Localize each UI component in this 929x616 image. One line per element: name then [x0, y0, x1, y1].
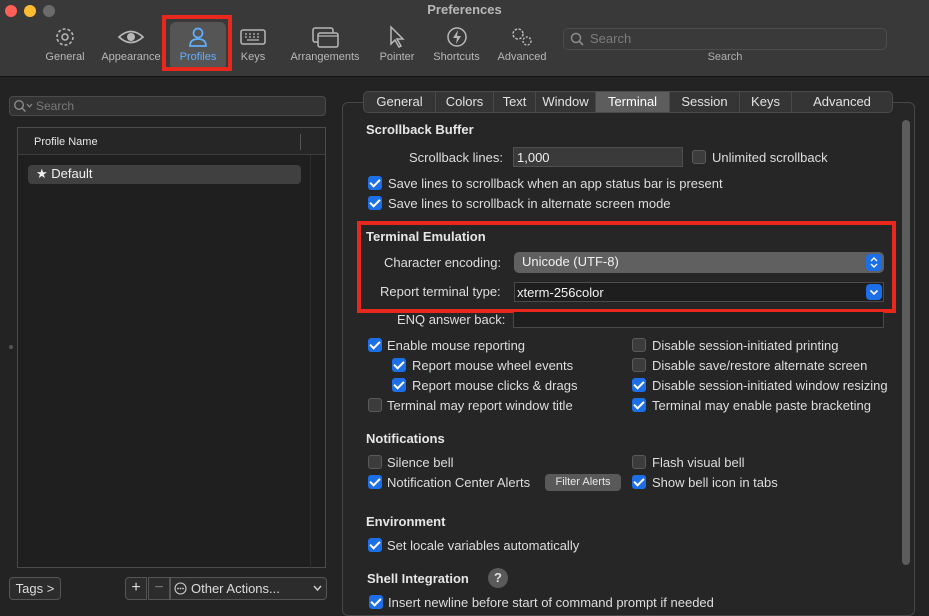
tab-terminal[interactable]: Terminal: [596, 92, 670, 112]
other-actions-label: Other Actions...: [191, 581, 280, 596]
disable-printing-checkbox[interactable]: [632, 338, 646, 352]
resize-handle[interactable]: [9, 345, 13, 349]
set-locale-label: Set locale variables automatically: [387, 538, 580, 553]
notifications-section-title: Notifications: [366, 431, 445, 446]
toolbar-label: General: [45, 51, 85, 63]
gear-icon: [56, 28, 74, 46]
filter-alerts-button[interactable]: Filter Alerts: [545, 474, 621, 491]
environment-section-title: Environment: [366, 514, 446, 529]
tab-colors[interactable]: Colors: [436, 92, 494, 112]
disable-resizing-label: Disable session-initiated window resizin…: [652, 378, 888, 393]
enq-answer-back-field[interactable]: [513, 312, 884, 328]
bell-icon-in-tabs-label: Show bell icon in tabs: [652, 475, 778, 490]
toolbar-label: Arrangements: [290, 51, 360, 63]
report-clicks-label: Report mouse clicks & drags: [412, 378, 578, 393]
tab-advanced[interactable]: Advanced: [792, 92, 892, 112]
report-window-title-label: Terminal may report window title: [387, 398, 573, 413]
alt-screen-scrollback-label: Save lines to scrollback in alternate sc…: [388, 196, 671, 211]
column-divider: [300, 134, 301, 150]
cursor-icon: [390, 25, 405, 48]
disable-alt-screen-label: Disable save/restore alternate screen: [652, 358, 868, 373]
profile-search-placeholder: Search: [36, 99, 75, 113]
profile-list[interactable]: [17, 127, 326, 568]
keyboard-icon: [240, 29, 266, 45]
disable-printing-label: Disable session-initiated printing: [652, 338, 839, 353]
profile-row-label: ★ Default: [36, 166, 92, 182]
report-wheel-checkbox[interactable]: [392, 358, 406, 372]
lightning-icon: [446, 27, 467, 47]
toolbar-advanced[interactable]: Advanced: [494, 25, 550, 63]
gears-icon: [512, 28, 532, 46]
emulation-highlight-box: [357, 221, 896, 313]
report-wheel-label: Report mouse wheel events: [412, 358, 574, 373]
window-title: Preferences: [427, 2, 502, 17]
status-bar-scrollback-label: Save lines to scrollback when an app sta…: [388, 176, 723, 191]
toolbar-shortcuts[interactable]: Shortcuts: [429, 25, 484, 63]
flash-bell-checkbox[interactable]: [632, 455, 646, 469]
tab-session[interactable]: Session: [670, 92, 740, 112]
alt-screen-scrollback-checkbox[interactable]: [368, 196, 382, 210]
profile-name: Default: [51, 166, 93, 181]
unlimited-scrollback-label: Unlimited scrollback: [712, 150, 828, 165]
report-window-title-checkbox[interactable]: [368, 398, 382, 412]
silence-bell-checkbox[interactable]: [368, 455, 382, 469]
set-locale-checkbox[interactable]: [368, 538, 382, 552]
tab-general[interactable]: General: [364, 92, 436, 112]
tab-text[interactable]: Text: [494, 92, 536, 112]
toolbar-label: Shortcuts: [433, 51, 480, 63]
insert-newline-checkbox[interactable]: [369, 595, 383, 609]
other-actions-button[interactable]: Other Actions...: [170, 577, 327, 600]
toolbar-label: Advanced: [497, 51, 547, 63]
paste-bracketing-label: Terminal may enable paste bracketing: [652, 398, 871, 413]
search-icon: [570, 32, 584, 46]
insert-newline-label: Insert newline before start of command p…: [388, 595, 714, 610]
enable-mouse-reporting-checkbox[interactable]: [368, 338, 382, 352]
tags-button[interactable]: Tags >: [9, 577, 61, 600]
star-icon: ★: [36, 166, 48, 181]
add-profile-button[interactable]: +: [125, 577, 147, 600]
help-button[interactable]: ?: [488, 568, 508, 588]
toolbar-general[interactable]: General: [40, 25, 90, 63]
toolbar-label: Appearance: [101, 51, 161, 63]
disable-resizing-checkbox[interactable]: [632, 378, 646, 392]
chevron-down-icon: [313, 585, 322, 592]
shell-integration-section-title: Shell Integration: [367, 571, 469, 586]
column-divider: [310, 155, 311, 568]
profile-name-column-header[interactable]: Profile Name: [34, 136, 98, 148]
enable-mouse-reporting-label: Enable mouse reporting: [387, 338, 526, 353]
search-caption: Search: [707, 51, 743, 63]
scrollback-lines-label: Scrollback lines:: [409, 150, 503, 165]
bell-icon-in-tabs-checkbox[interactable]: [632, 475, 646, 489]
tab-window[interactable]: Window: [536, 92, 596, 112]
scrollback-lines-value: 1,000: [517, 150, 550, 165]
unlimited-scrollback-checkbox[interactable]: [692, 150, 706, 164]
remove-profile-button[interactable]: −: [148, 577, 170, 600]
tab-keys[interactable]: Keys: [740, 92, 792, 112]
search-icon: [13, 99, 33, 113]
disable-alt-screen-checkbox[interactable]: [632, 358, 646, 372]
toolbar-label: Keys: [240, 51, 266, 63]
tab-bar: General Colors Text Window Terminal Sess…: [363, 91, 893, 113]
enq-answer-back-label: ENQ answer back:: [397, 312, 506, 327]
nc-alerts-checkbox[interactable]: [368, 475, 382, 489]
status-bar-scrollback-checkbox[interactable]: [368, 176, 382, 190]
windows-icon: [312, 27, 339, 48]
toolbar-appearance[interactable]: Appearance: [97, 25, 165, 63]
toolbar-arrangements[interactable]: Arrangements: [285, 25, 365, 63]
silence-bell-label: Silence bell: [387, 455, 454, 470]
report-clicks-checkbox[interactable]: [392, 378, 406, 392]
scrollbar-thumb[interactable]: [902, 120, 910, 565]
toolbar-pointer[interactable]: Pointer: [375, 25, 419, 63]
toolbar-label: Pointer: [379, 51, 415, 63]
flash-bell-label: Flash visual bell: [652, 455, 745, 470]
scrollback-section-title: Scrollback Buffer: [366, 122, 474, 137]
toolbar-keys[interactable]: Keys: [233, 25, 273, 63]
search-placeholder: Search: [590, 31, 632, 46]
profiles-highlight-box: [162, 15, 232, 71]
nc-alerts-label: Notification Center Alerts: [387, 475, 531, 490]
eye-icon: [117, 30, 145, 44]
more-icon: [174, 582, 187, 595]
paste-bracketing-checkbox[interactable]: [632, 398, 646, 412]
